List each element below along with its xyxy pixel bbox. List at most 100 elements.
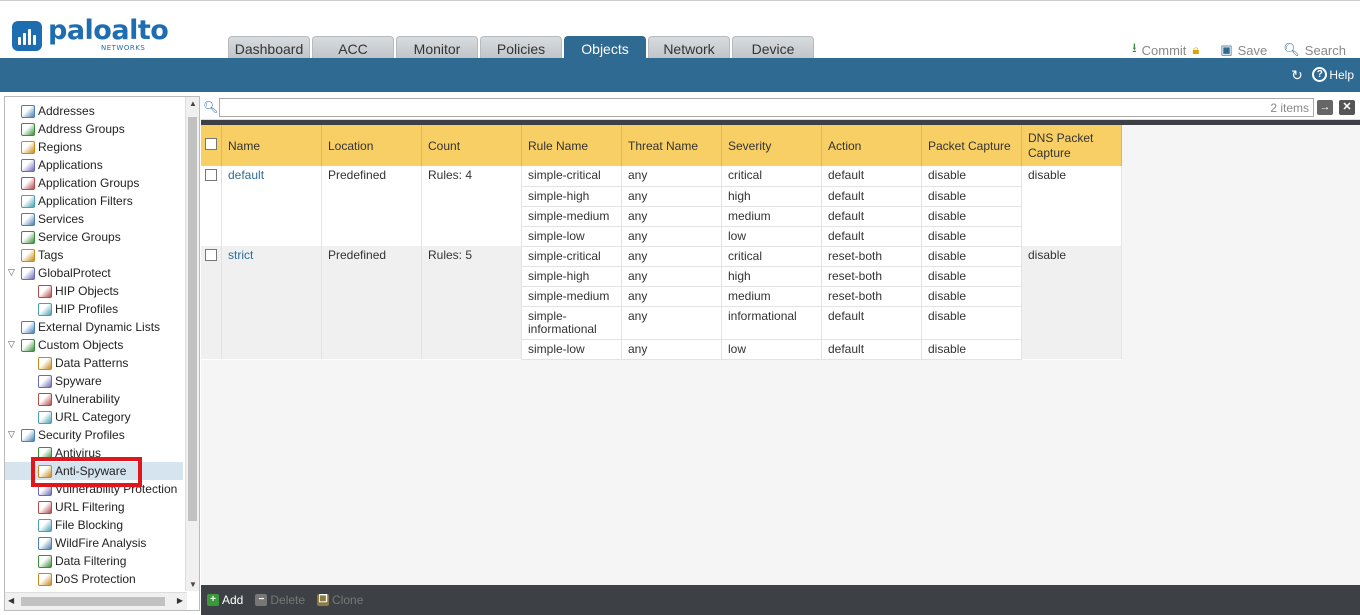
tree-item[interactable]: File Blocking: [38, 516, 123, 534]
tab-policies[interactable]: Policies: [480, 36, 562, 59]
tree-item[interactable]: Regions: [21, 138, 82, 156]
col-count[interactable]: Count: [421, 125, 522, 166]
tree-item[interactable]: URL Category: [38, 408, 131, 426]
expand-toggle-icon[interactable]: ▽: [8, 429, 15, 440]
add-label: Add: [222, 593, 244, 607]
refresh-icon[interactable]: ↻: [1289, 67, 1305, 83]
tree-item-label: Data Patterns: [55, 356, 129, 370]
clear-filter-icon[interactable]: ✕: [1339, 100, 1355, 115]
profile-name: default: [221, 166, 322, 246]
rule-name-cell: simple-critical: [521, 166, 622, 187]
tree-item[interactable]: Anti-Spyware: [5, 462, 183, 480]
tree-item[interactable]: Vulnerability Protection: [38, 480, 177, 498]
dns-packet-capture-cell: disable: [1021, 166, 1122, 246]
tree-item[interactable]: Security Profile Groups: [21, 588, 161, 591]
service-groups-icon: [21, 230, 35, 244]
external-dynamic-lists-icon: [21, 320, 35, 334]
tree-item[interactable]: Tags: [21, 246, 63, 264]
scroll-left-icon[interactable]: ◀: [8, 596, 14, 605]
tab-acc[interactable]: ACC: [312, 36, 394, 59]
tree-item[interactable]: HIP Objects: [38, 282, 119, 300]
services-icon: [21, 212, 35, 226]
tab-dashboard[interactable]: Dashboard: [228, 36, 310, 59]
tree-item[interactable]: Security Profiles: [21, 426, 125, 444]
tree-item[interactable]: Application Filters: [21, 192, 133, 210]
help-icon: ?: [1312, 67, 1328, 82]
tree-horizontal-scrollbar[interactable]: ◀ ▶: [5, 592, 187, 610]
action-cell: default: [821, 226, 922, 247]
tree-vertical-scrollbar[interactable]: ▲ ▼: [185, 97, 199, 591]
scroll-thumb[interactable]: [188, 117, 197, 521]
scroll-right-icon[interactable]: ▶: [177, 596, 183, 605]
search-label: Search: [1304, 42, 1346, 58]
hscroll-thumb[interactable]: [21, 597, 165, 606]
tab-monitor[interactable]: Monitor: [396, 36, 478, 59]
select-all-checkbox[interactable]: [205, 138, 217, 150]
save-button[interactable]: ▣ Save: [1220, 42, 1267, 58]
row-checkbox[interactable]: [205, 249, 217, 261]
tree-item[interactable]: Antivirus: [38, 444, 101, 462]
applications-icon: [21, 158, 35, 172]
col-location[interactable]: Location: [321, 125, 422, 166]
tree-item[interactable]: WildFire Analysis: [38, 534, 146, 552]
antivirus-icon: [38, 446, 52, 460]
tree-item[interactable]: DoS Protection: [38, 570, 136, 588]
delete-button[interactable]: − Delete: [255, 593, 305, 607]
application-groups-icon: [21, 176, 35, 190]
profile-name-text[interactable]: strict: [228, 248, 253, 262]
search-button[interactable]: 🔍︎ Search: [1283, 42, 1346, 58]
tree-item[interactable]: GlobalProtect: [21, 264, 111, 282]
tree-item[interactable]: Applications: [21, 156, 103, 174]
tree-item[interactable]: URL Filtering: [38, 498, 125, 516]
col-name[interactable]: Name: [221, 125, 322, 166]
add-button[interactable]: + Add: [207, 593, 243, 607]
tree-item[interactable]: Vulnerability: [38, 390, 120, 408]
tree-item[interactable]: External Dynamic Lists: [21, 318, 160, 336]
scroll-up-icon[interactable]: ▲: [186, 99, 200, 108]
rule-name-cell: simple-informational: [521, 306, 622, 340]
tree-item[interactable]: Custom Objects: [21, 336, 123, 354]
expand-toggle-icon[interactable]: ▽: [8, 339, 15, 350]
tree-item[interactable]: Service Groups: [21, 228, 121, 246]
action-cell: default: [821, 186, 922, 207]
tree-item[interactable]: HIP Profiles: [38, 300, 118, 318]
tree-item[interactable]: Address Groups: [21, 120, 125, 138]
profile-location-text: Predefined: [328, 248, 387, 262]
lock-icon: 🔒︎: [1192, 42, 1200, 57]
clone-button[interactable]: ❐ Clone: [317, 593, 363, 607]
logo-mark-icon: [12, 21, 42, 51]
severity-cell: critical: [721, 246, 822, 267]
profile-count: Rules: 4: [421, 166, 522, 246]
table-row[interactable]: strict Predefined Rules: 5 simple-critical a…: [201, 246, 1122, 359]
tree-item[interactable]: Spyware: [38, 372, 102, 390]
tree-item[interactable]: Services: [21, 210, 84, 228]
tree-item[interactable]: Application Groups: [21, 174, 139, 192]
help-button[interactable]: ? Help: [1312, 67, 1354, 82]
filter-input[interactable]: 2 items: [219, 98, 1314, 117]
wildfire-analysis-icon: [38, 536, 52, 550]
tree-item-label: Vulnerability Protection: [55, 482, 178, 496]
tree-item[interactable]: Addresses: [21, 102, 95, 120]
col-action[interactable]: Action: [821, 125, 922, 166]
profile-name: strict: [221, 246, 322, 359]
tree-item-label: Applications: [38, 158, 103, 172]
expand-toggle-icon[interactable]: ▽: [8, 267, 15, 278]
table-row[interactable]: default Predefined Rules: 4 simple-critical…: [201, 166, 1122, 246]
col-threat-name[interactable]: Threat Name: [621, 125, 722, 166]
threat-name-cell: any: [621, 286, 722, 307]
tab-network[interactable]: Network: [648, 36, 730, 59]
col-dns-packet-capture[interactable]: DNS Packet Capture: [1021, 125, 1122, 166]
tree-item[interactable]: Data Patterns: [38, 354, 128, 372]
apply-filter-icon[interactable]: →: [1317, 100, 1333, 115]
action-cell: default: [821, 166, 922, 187]
col-packet-capture[interactable]: Packet Capture: [921, 125, 1022, 166]
profile-name-text[interactable]: default: [228, 168, 264, 182]
col-rule-name[interactable]: Rule Name: [521, 125, 622, 166]
addresses-icon: [21, 104, 35, 118]
row-checkbox[interactable]: [205, 169, 217, 181]
scroll-down-icon[interactable]: ▼: [186, 580, 200, 589]
tree-item[interactable]: Data Filtering: [38, 552, 126, 570]
col-severity[interactable]: Severity: [721, 125, 822, 166]
tab-device[interactable]: Device: [732, 36, 814, 59]
tab-objects[interactable]: Objects: [564, 36, 646, 59]
